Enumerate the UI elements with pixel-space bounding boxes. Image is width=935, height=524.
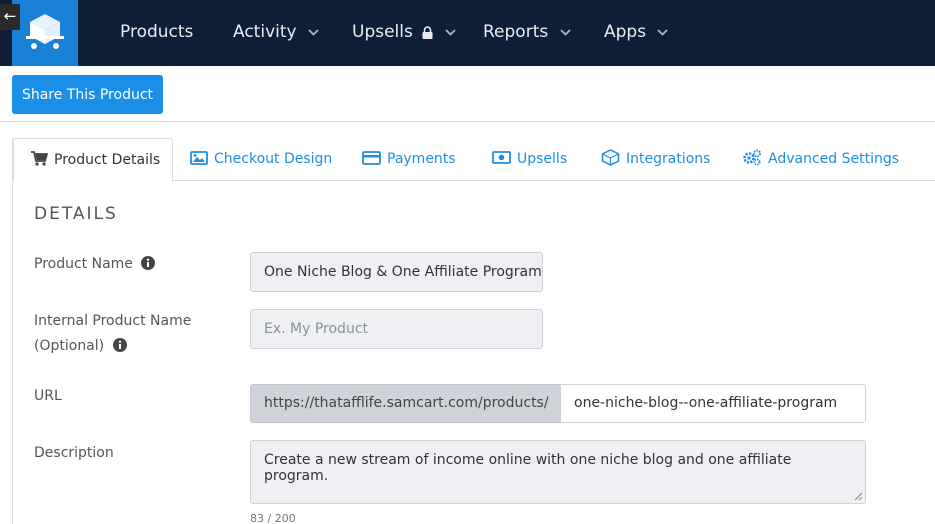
product-panel: Product Details Checkout Design Payments… <box>12 138 935 524</box>
chevron-down-icon <box>308 28 319 36</box>
tab-upsells-label: Upsells <box>517 151 568 167</box>
lock-icon <box>422 25 433 39</box>
nav-upsells[interactable]: Upsells <box>352 20 456 44</box>
internal-name-input[interactable]: Ex. My Product <box>250 309 543 349</box>
tab-advanced-settings[interactable]: Advanced Settings <box>742 138 899 181</box>
product-name-input[interactable]: One Niche Blog & One Affiliate Program <box>250 252 543 292</box>
description-text: Create a new stream of income online wit… <box>264 452 792 484</box>
description-textarea[interactable]: Create a new stream of income online wit… <box>250 440 866 504</box>
internal-name-label-line1: Internal Product Name <box>34 313 192 329</box>
nav-activity[interactable]: Activity <box>233 20 319 44</box>
tab-integrations[interactable]: Integrations <box>601 138 710 181</box>
cart-icon <box>31 151 48 166</box>
nav-apps[interactable]: Apps <box>604 20 669 44</box>
nav-products[interactable]: Products <box>120 20 193 44</box>
back-arrow-icon[interactable]: ← <box>0 4 20 30</box>
url-slug-input[interactable]: one-niche-blog--one-affiliate-program <box>560 384 866 423</box>
cart-box-logo-icon <box>26 14 64 49</box>
share-bar: Share This Product <box>0 66 935 122</box>
nav-reports-label: Reports <box>483 22 549 42</box>
tab-bar: Product Details Checkout Design Payments… <box>13 138 935 182</box>
chevron-down-icon <box>657 28 669 36</box>
nav-apps-label: Apps <box>604 22 647 42</box>
tab-product-details[interactable]: Product Details <box>13 138 173 182</box>
chevron-down-icon <box>559 28 571 36</box>
tab-payments[interactable]: Payments <box>362 138 456 181</box>
nav-products-label: Products <box>120 22 194 42</box>
description-label: Description <box>34 445 114 461</box>
top-navigation: ← Products Activity Upsells Reports Apps <box>0 0 935 66</box>
url-prefix: https://thatafflife.samcart.com/products… <box>250 384 561 423</box>
nav-upsells-label: Upsells <box>352 22 413 42</box>
nav-reports[interactable]: Reports <box>483 20 571 44</box>
tab-payments-label: Payments <box>387 151 456 167</box>
credit-card-icon <box>362 150 381 165</box>
image-icon <box>190 150 208 165</box>
gears-icon <box>743 149 761 166</box>
internal-name-label-line2: (Optional) <box>34 338 105 354</box>
internal-name-label: Internal Product Name (Optional) <box>34 309 191 359</box>
internal-name-label-line2-wrap: (Optional) <box>34 334 191 359</box>
details-section-title: DETAILS <box>34 204 118 224</box>
integrations-icon <box>601 149 620 166</box>
product-name-label-text: Product Name <box>34 256 133 272</box>
money-icon <box>492 151 511 164</box>
description-char-counter: 83 / 200 <box>250 512 296 524</box>
tab-advanced-settings-label: Advanced Settings <box>768 151 900 167</box>
share-this-product-button[interactable]: Share This Product <box>12 75 163 114</box>
samcart-logo[interactable] <box>12 0 78 66</box>
info-icon[interactable] <box>112 337 127 352</box>
tab-upsells[interactable]: Upsells <box>492 138 567 181</box>
nav-activity-label: Activity <box>233 22 297 42</box>
tab-checkout-design[interactable]: Checkout Design <box>190 138 332 181</box>
tab-product-details-label: Product Details <box>54 152 161 168</box>
chevron-down-icon <box>445 28 456 36</box>
info-icon[interactable] <box>141 255 156 270</box>
tab-integrations-label: Integrations <box>626 151 711 167</box>
product-name-label: Product Name <box>34 252 156 277</box>
resize-handle-icon[interactable] <box>854 492 863 501</box>
url-label: URL <box>34 388 62 404</box>
tab-checkout-design-label: Checkout Design <box>214 151 333 167</box>
